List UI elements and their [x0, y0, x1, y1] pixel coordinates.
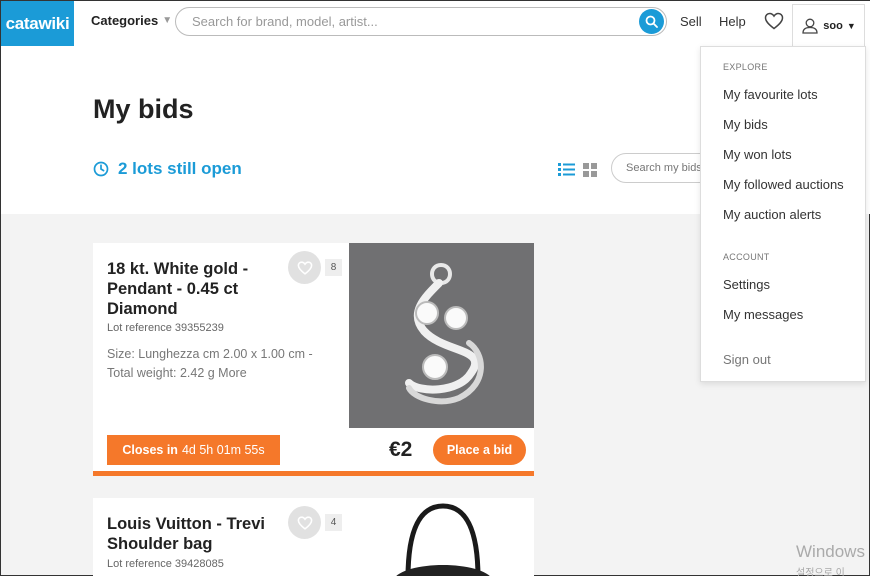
place-bid-button[interactable]: Place a bid [433, 435, 526, 465]
menu-item-followed-auctions[interactable]: My followed auctions [723, 177, 844, 192]
chevron-down-icon: ▼ [162, 15, 173, 26]
favourite-count: 4 [325, 514, 342, 531]
explore-heading: EXPLORE [723, 62, 768, 72]
heart-icon [297, 260, 312, 275]
grid-view-icon[interactable] [583, 163, 597, 182]
user-menu-button[interactable]: soo ▼ [792, 4, 865, 46]
open-lots-status: 2 lots still open [93, 159, 242, 179]
closes-time: 4d 5h 01m 55s [181, 443, 265, 457]
clock-icon [93, 161, 109, 177]
favourite-count: 8 [325, 259, 342, 276]
current-price: €2 [389, 438, 413, 461]
favourite-button[interactable] [288, 506, 321, 539]
top-navigation-bar: catawiki Categories ▼ Sell Help soo ▼ [1, 1, 870, 46]
menu-item-settings[interactable]: Settings [723, 277, 770, 292]
chevron-down-icon: ▼ [846, 20, 856, 31]
windows-activation-subtext: 설정으로 이 [796, 568, 845, 576]
open-lots-label: 2 lots still open [118, 159, 242, 178]
lot-reference: Lot reference 39428085 [107, 558, 224, 570]
lot-reference: Lot reference 39355239 [107, 322, 224, 334]
heart-icon [297, 515, 312, 530]
user-dropdown-menu: EXPLORE My favourite lots My bids My won… [700, 46, 866, 382]
help-link[interactable]: Help [719, 14, 746, 29]
list-view-icon[interactable] [558, 163, 575, 181]
favourite-button[interactable] [288, 251, 321, 284]
catawiki-logo[interactable]: catawiki [1, 1, 74, 46]
categories-menu-button[interactable]: Categories ▼ [91, 13, 172, 28]
favourites-heart-icon[interactable] [764, 12, 784, 35]
page-title: My bids [93, 94, 194, 124]
menu-item-messages[interactable]: My messages [723, 307, 803, 322]
categories-label: Categories [91, 13, 159, 28]
lot-title[interactable]: 18 kt. White gold - Pendant - 0.45 ct Di… [107, 259, 282, 319]
sell-link[interactable]: Sell [680, 14, 702, 29]
search-icon [645, 15, 658, 28]
search-button[interactable] [639, 9, 664, 34]
closing-timer: Closes in 4d 5h 01m 55s [107, 435, 280, 465]
lot-card[interactable]: 18 kt. White gold - Pendant - 0.45 ct Di… [93, 243, 534, 476]
lot-card[interactable]: Louis Vuitton - Trevi Shoulder bag Lot r… [93, 498, 534, 576]
windows-activation-watermark: Windows [796, 542, 865, 561]
user-name: soo [823, 19, 843, 32]
closes-label: Closes in [122, 443, 178, 457]
search-input[interactable] [176, 8, 616, 35]
user-icon [802, 18, 818, 34]
menu-item-my-bids[interactable]: My bids [723, 117, 768, 132]
menu-item-sign-out[interactable]: Sign out [723, 352, 771, 367]
lot-image-pendant[interactable] [349, 243, 534, 428]
account-heading: ACCOUNT [723, 252, 770, 262]
global-search-bar [175, 7, 667, 36]
lot-description: Size: Lunghezza cm 2.00 x 1.00 cm - Tota… [107, 347, 313, 380]
menu-item-favourite-lots[interactable]: My favourite lots [723, 87, 818, 102]
lot-title[interactable]: Louis Vuitton - Trevi Shoulder bag [107, 514, 282, 554]
menu-item-auction-alerts[interactable]: My auction alerts [723, 207, 821, 222]
menu-item-won-lots[interactable]: My won lots [723, 147, 792, 162]
lot-image-bag[interactable] [383, 498, 503, 576]
